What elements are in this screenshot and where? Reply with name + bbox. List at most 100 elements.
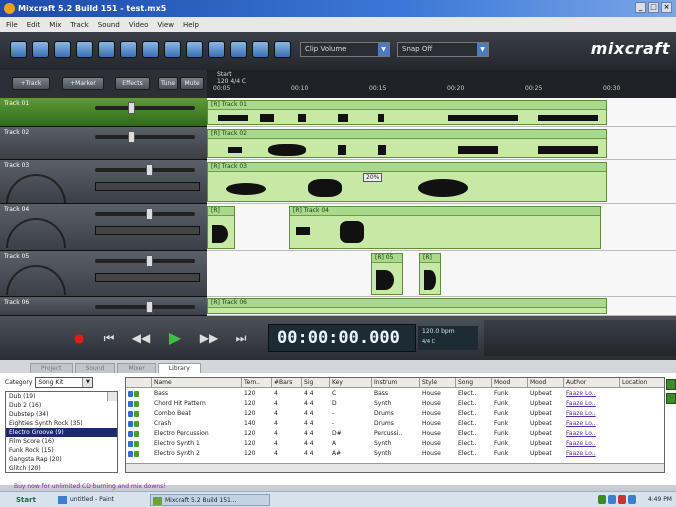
snap-select[interactable]: Snap Off ▼ [397,42,489,57]
track-header[interactable]: Track 03 [0,160,207,204]
menu-file[interactable]: File [6,21,18,29]
save-icon[interactable] [54,41,71,58]
maximize-button[interactable]: □ [648,2,659,13]
track-lane[interactable]: [R] Track 06 [207,297,676,316]
audio-clip[interactable]: [R] Track 04 [289,206,601,249]
volume-knob[interactable] [146,301,154,313]
effects-button[interactable]: Effects [115,77,150,90]
track-controls[interactable] [95,182,200,191]
open-project-icon[interactable] [32,41,49,58]
burn-cd-icon[interactable] [120,41,137,58]
play-button[interactable]: ▶ [162,328,188,348]
import-icon[interactable] [76,41,93,58]
end-button[interactable]: ⏭ [228,328,254,348]
volume-icon[interactable] [628,495,636,504]
security-icon[interactable] [618,495,626,504]
table-row[interactable]: Crash 140 4 4 4 - Drums House Elect.. Funk Upbeat… [126,419,664,428]
menu-help[interactable]: Help [183,21,199,29]
category-select[interactable]: Song Kit ▼ [35,377,94,388]
category-item[interactable]: Dub 2 (16) [6,401,117,410]
track-lane[interactable]: [R] Track 01 [207,98,676,127]
table-row[interactable]: Electro Percussion 120 4 4 4 D# Percussi.. Hou… [126,429,664,438]
track-header[interactable]: Track 02 [0,127,207,160]
category-item[interactable]: Dub (19) [6,392,117,401]
menu-video[interactable]: Video [129,21,149,29]
cell-author[interactable]: Faaze Lo.. [564,429,620,438]
start-button[interactable]: Start [2,494,36,506]
volume-knob[interactable] [146,208,154,220]
cell-author[interactable]: Faaze Lo.. [564,409,620,418]
category-item[interactable]: Gangsta Rap (20) [6,455,117,464]
settings-icon[interactable] [252,41,269,58]
audio-clip[interactable]: [R] Track 02 [207,129,607,158]
audio-clip[interactable]: [R] [419,253,441,295]
preview-button[interactable] [666,393,676,404]
new-project-icon[interactable] [10,41,27,58]
audio-clip[interactable]: [R] Track 01 [207,100,607,125]
taskbar-item-paint[interactable]: untitled - Paint [56,494,136,506]
clip-marker[interactable]: 20% [363,173,383,182]
track-controls[interactable] [95,273,200,282]
minimize-button[interactable]: _ [635,2,646,13]
track-lane[interactable]: [R] 05 [R] [207,251,676,297]
column-header[interactable]: Song [456,378,492,388]
category-item-selected[interactable]: Electro Groove (9) [6,428,117,437]
volume-knob[interactable] [127,102,135,114]
column-header[interactable]: Mood [528,378,564,388]
fast-forward-button[interactable]: ▶▶ [196,328,222,348]
column-header[interactable]: Instrum [372,378,420,388]
tools-icon[interactable] [274,41,291,58]
column-header[interactable]: Location [620,378,664,388]
column-header[interactable]: Key [330,378,372,388]
table-row[interactable]: Combo Beat 120 4 4 4 - Drums House Elect.. Funk U… [126,409,664,418]
audio-clip[interactable]: [R] 05 [371,253,403,295]
volume-slider[interactable] [95,255,195,267]
category-item[interactable]: Dubstep (34) [6,410,117,419]
clip-volume-select[interactable]: Clip Volume ▼ [300,42,390,57]
audio-clip[interactable]: [R] [207,206,235,249]
tempo-display[interactable]: 120.0 bpm 4/4 C [418,326,478,350]
track-controls[interactable] [95,226,200,235]
tab-project[interactable]: Project [30,363,73,373]
track-lane[interactable]: [R] Track 03 20% [207,160,676,204]
volume-slider[interactable] [95,301,195,313]
menu-track[interactable]: Track [70,21,88,29]
network-icon[interactable] [608,495,616,504]
track-lane[interactable]: [R] [R] Track 04 [207,204,676,251]
timeline-ruler[interactable]: Start 120 4/4 C 00:05 00:10 00:15 00:20 … [207,70,676,98]
table-row[interactable]: Bass 120 4 4 4 C Bass House Elect.. Funk Upbeat Fa… [126,389,664,398]
category-item[interactable]: Funk Rock (15) [6,446,117,455]
volume-knob[interactable] [146,255,154,267]
track-header[interactable]: Track 06 [0,297,207,316]
table-horizontal-scrollbar[interactable] [126,463,664,472]
category-item[interactable]: Film Score (16) [6,437,117,446]
add-to-project-button[interactable] [666,379,676,390]
add-marker-button[interactable]: +Marker [62,77,104,90]
cell-author[interactable]: Faaze Lo.. [564,399,620,408]
track-lane[interactable]: [R] Track 02 [207,127,676,160]
audio-clip[interactable]: [R] Track 03 20% [207,162,607,202]
close-button[interactable]: × [661,2,672,13]
volume-slider[interactable] [95,208,195,220]
volume-slider[interactable] [95,131,195,143]
track-header[interactable]: Track 05 [0,251,207,297]
metronome-icon[interactable] [164,41,181,58]
cell-author[interactable]: Faaze Lo.. [564,449,620,458]
volume-slider[interactable] [95,102,195,114]
tune-button[interactable]: Tune [158,77,178,90]
mute-button[interactable]: Mute [180,77,204,90]
menu-mix[interactable]: Mix [49,21,61,29]
menu-edit[interactable]: Edit [27,21,41,29]
track-header[interactable]: Track 01 [0,98,207,127]
column-header[interactable]: Name [152,378,242,388]
table-row[interactable]: Electro Synth 1 120 4 4 4 A Synth House Elect..… [126,439,664,448]
volume-knob[interactable] [127,131,135,143]
tray-icon[interactable] [598,495,606,504]
volume-slider[interactable] [95,164,195,176]
menu-sound[interactable]: Sound [98,21,120,29]
column-header[interactable]: Style [420,378,456,388]
undo-icon[interactable] [142,41,159,58]
category-scrollbar[interactable] [107,392,117,401]
cell-author[interactable]: Faaze Lo.. [564,419,620,428]
add-track-button[interactable]: +Track [12,77,50,90]
